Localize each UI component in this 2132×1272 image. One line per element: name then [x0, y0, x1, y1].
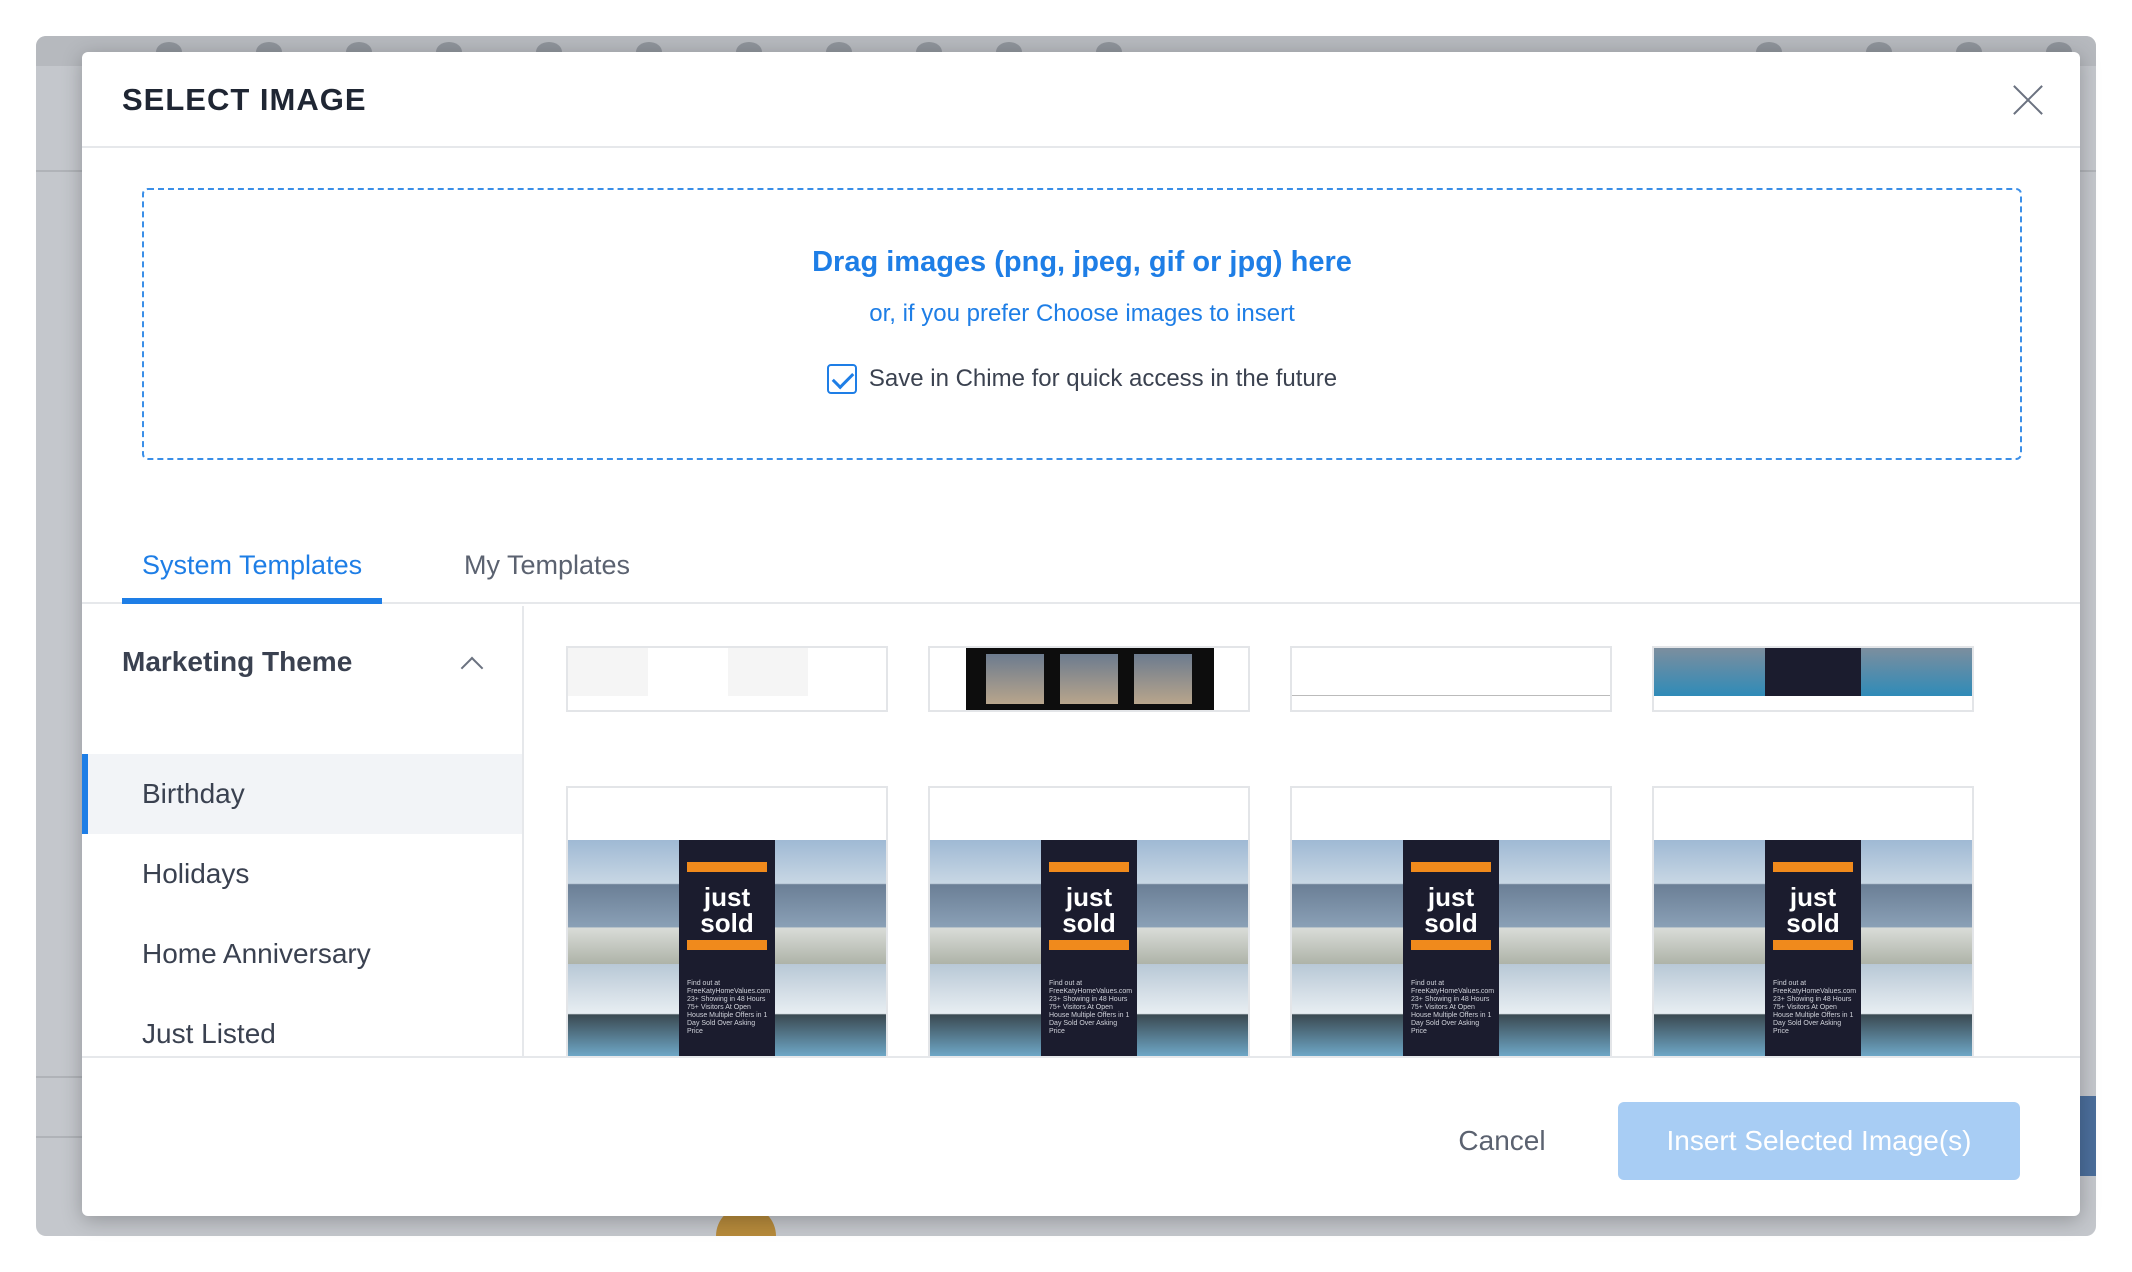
orange-bar — [1773, 862, 1853, 872]
preview-photos-right — [1861, 840, 1972, 1056]
preview-photos-left — [568, 840, 679, 1056]
modal-footer: Cancel Insert Selected Image(s) — [82, 1056, 2080, 1216]
orange-bar — [1411, 862, 1491, 872]
template-preview-image — [966, 648, 1214, 710]
dropzone-title: Drag images (png, jpeg, gif or jpg) here — [812, 246, 1352, 278]
sidebar-item-home-anniversary[interactable]: Home Anniversary — [82, 914, 522, 994]
template-preview-image — [1654, 648, 1972, 696]
just-sold-panel: just sold Find out at FreeKatyHomeValues… — [1041, 840, 1137, 1056]
template-preview-photo — [1861, 648, 1972, 696]
choose-images-link[interactable]: or, if you prefer Choose images to inser… — [144, 300, 2020, 328]
house-photo — [1654, 964, 1765, 1056]
modal-title: SELECT IMAGE — [122, 82, 367, 117]
template-preview-photo — [1654, 648, 1765, 696]
house-photo — [1499, 840, 1610, 964]
modal-header: SELECT IMAGE — [82, 52, 2080, 148]
image-dropzone[interactable]: Drag images (png, jpeg, gif or jpg) here… — [142, 188, 2022, 460]
just-sold-fine-print: Find out at FreeKatyHomeValues.com 23+ S… — [1411, 980, 1495, 1035]
house-photo — [568, 964, 679, 1056]
tab-my-templates[interactable]: My Templates — [444, 542, 650, 604]
just-sold-word: just — [1427, 882, 1475, 912]
orange-bar — [1049, 940, 1129, 950]
house-photo — [930, 964, 1041, 1056]
preview-photos-left — [1292, 840, 1403, 1056]
just-sold-fine-print: Find out at FreeKatyHomeValues.com 23+ S… — [687, 980, 771, 1035]
template-preview-image — [1292, 648, 1610, 696]
just-sold-word: sold — [1062, 908, 1116, 938]
house-photo — [1292, 964, 1403, 1056]
just-sold-template-card[interactable]: just sold Find out at FreeKatyHomeValues… — [928, 786, 1250, 1056]
preview-photos-right — [1499, 840, 1610, 1056]
preview-photos-left — [1654, 840, 1765, 1056]
house-photo — [1137, 964, 1248, 1056]
house-photo — [1292, 840, 1403, 964]
tab-system-templates[interactable]: System Templates — [122, 542, 383, 604]
orange-bar — [1411, 940, 1491, 950]
house-photo — [568, 840, 679, 964]
just-sold-word: just — [703, 882, 751, 912]
chevron-up-icon[interactable] — [460, 656, 484, 680]
just-sold-word: just — [1065, 882, 1113, 912]
just-sold-panel: just sold Find out at FreeKatyHomeValues… — [1403, 840, 1499, 1056]
sidebar-item-just-listed[interactable]: Just Listed — [82, 994, 522, 1056]
just-sold-word: just — [1789, 882, 1837, 912]
orange-bar — [1049, 862, 1129, 872]
template-thumbnail[interactable] — [566, 646, 888, 712]
template-thumbnail[interactable] — [928, 646, 1250, 712]
house-photo — [1654, 840, 1765, 964]
preview-photos-right — [1137, 840, 1248, 1056]
just-sold-panel: just sold Find out at FreeKatyHomeValues… — [1765, 840, 1861, 1056]
just-sold-fine-print: Find out at FreeKatyHomeValues.com 23+ S… — [1773, 980, 1857, 1035]
just-sold-template-card[interactable]: just sold Find out at FreeKatyHomeValues… — [1652, 786, 1974, 1056]
house-photo — [775, 840, 886, 964]
sidebar-item-holidays[interactable]: Holidays — [82, 834, 522, 914]
just-sold-preview: just sold Find out at FreeKatyHomeValues… — [568, 840, 886, 1056]
orange-bar — [687, 862, 767, 872]
template-preview-photo — [986, 654, 1044, 704]
template-grid: just sold Find out at FreeKatyHomeValues… — [526, 606, 2080, 1056]
just-sold-template-card[interactable]: just sold Find out at FreeKatyHomeValues… — [1290, 786, 1612, 1056]
save-in-chime-checkbox[interactable] — [826, 364, 857, 394]
preview-photos-left — [930, 840, 1041, 1056]
template-preview-photo — [1060, 654, 1118, 704]
save-in-chime-label: Save in Chime for quick access in the fu… — [868, 365, 1338, 392]
just-sold-fine-print: Find out at FreeKatyHomeValues.com 23+ S… — [1049, 980, 1133, 1035]
just-sold-word: sold — [1424, 908, 1478, 938]
just-sold-preview: just sold Find out at FreeKatyHomeValues… — [930, 840, 1248, 1056]
close-icon[interactable] — [2010, 82, 2046, 118]
sidebar-item-birthday[interactable]: Birthday — [82, 754, 522, 834]
just-sold-preview: just sold Find out at FreeKatyHomeValues… — [1654, 840, 1972, 1056]
insert-selected-images-button[interactable]: Insert Selected Image(s) — [1618, 1102, 2020, 1180]
template-preview-image — [568, 648, 886, 696]
cancel-button[interactable]: Cancel — [1432, 1102, 1572, 1180]
save-in-chime-row[interactable]: Save in Chime for quick access in the fu… — [144, 364, 2020, 394]
orange-bar — [687, 940, 767, 950]
just-sold-word: sold — [700, 908, 754, 938]
house-photo — [1137, 840, 1248, 964]
house-photo — [1861, 840, 1972, 964]
house-photo — [775, 964, 886, 1056]
sidebar-heading[interactable]: Marketing Theme — [122, 646, 352, 678]
template-preview-panel — [1765, 648, 1861, 696]
house-photo — [1499, 964, 1610, 1056]
theme-sidebar: Marketing Theme Birthday Holidays Home A… — [82, 606, 524, 1056]
house-photo — [1861, 964, 1972, 1056]
template-thumbnail[interactable] — [1290, 646, 1612, 712]
just-sold-word: sold — [1786, 908, 1840, 938]
preview-photos-right — [775, 840, 886, 1056]
select-image-modal: SELECT IMAGE Drag images (png, jpeg, gif… — [82, 52, 2080, 1216]
template-tabs: System Templates My Templates — [82, 542, 2080, 604]
house-photo — [930, 840, 1041, 964]
just-sold-template-card[interactable]: just sold Find out at FreeKatyHomeValues… — [566, 786, 888, 1056]
orange-bar — [1773, 940, 1853, 950]
just-sold-panel: just sold Find out at FreeKatyHomeValues… — [679, 840, 775, 1056]
just-sold-preview: just sold Find out at FreeKatyHomeValues… — [1292, 840, 1610, 1056]
template-preview-photo — [1134, 654, 1192, 704]
template-thumbnail[interactable] — [1652, 646, 1974, 712]
